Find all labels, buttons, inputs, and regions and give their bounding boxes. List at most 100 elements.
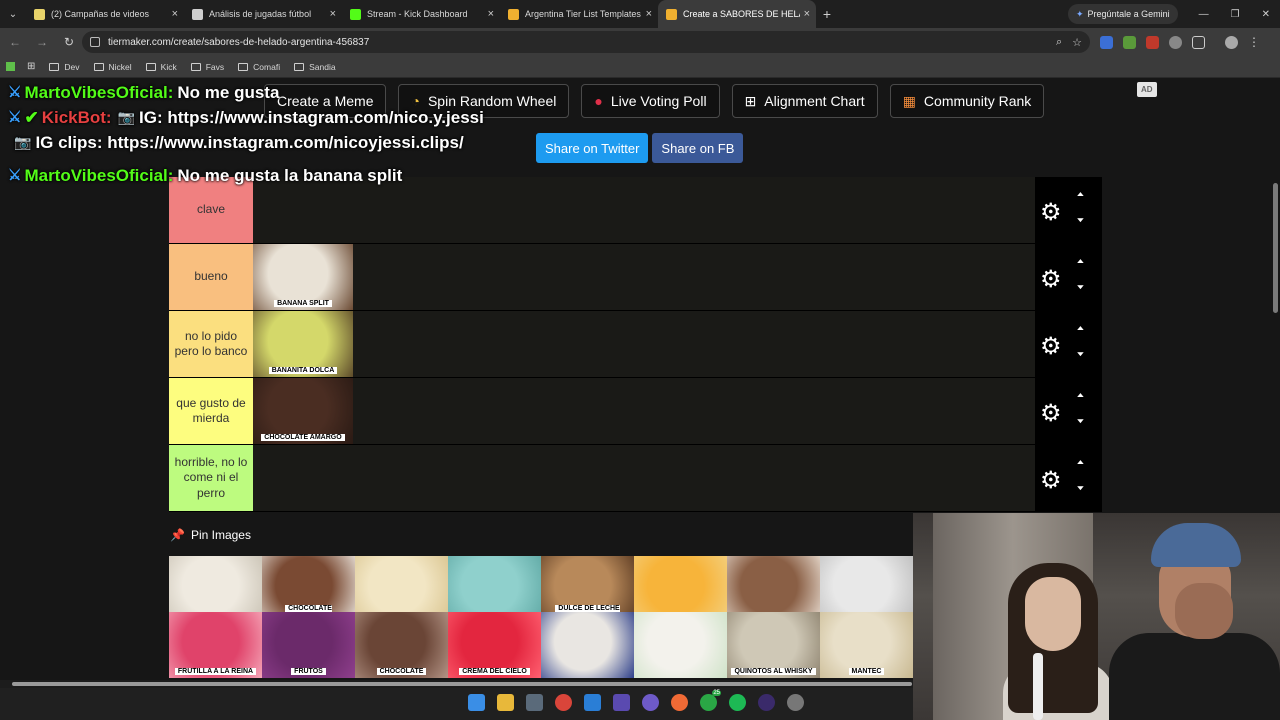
tab-favicon-icon	[350, 8, 361, 20]
site-info-icon[interactable]	[90, 37, 100, 47]
browser-tab[interactable]: Análisis de jugadas fútbol ×	[184, 0, 342, 28]
whatsapp-icon[interactable]: 25	[700, 690, 721, 711]
tab-close-icon[interactable]: ×	[172, 8, 178, 20]
store-icon[interactable]	[526, 694, 543, 711]
settings-extension-icon[interactable]	[1169, 35, 1182, 49]
chevron-down-icon[interactable]: ▼	[1075, 283, 1086, 290]
tier-label[interactable]: que gusto de mierda	[169, 378, 253, 444]
settings-icon[interactable]	[787, 694, 804, 711]
bookmark-folder[interactable]: Sandia	[294, 61, 336, 72]
community-grid-icon: ▦	[902, 92, 916, 109]
ice-cream-tile[interactable]: BANANITA DOLCA	[253, 311, 353, 377]
gear-icon[interactable]: ⚙	[1040, 265, 1062, 294]
chevron-up-icon[interactable]: ▲	[1075, 257, 1086, 264]
browser-tab[interactable]: Stream - Kick Dashboard ×	[342, 0, 500, 28]
chevron-down-icon[interactable]: ▼	[1075, 216, 1086, 223]
back-icon[interactable]: ←	[3, 35, 27, 49]
streamer-b-hand	[1175, 583, 1233, 639]
bookmark-folder[interactable]: Nickel	[93, 62, 132, 72]
tier-drop-zone[interactable]: CHOCOLATE AMARGO	[253, 378, 1035, 444]
ice-cream-tile[interactable]: QUINOTOS AL WHISKY	[727, 612, 820, 678]
chevron-down-icon[interactable]: ▼	[1075, 484, 1086, 491]
profile-avatar-icon[interactable]	[1225, 35, 1238, 49]
postman-icon[interactable]	[671, 694, 688, 711]
ice-cream-tile[interactable]: CHOCOLATE AMARGO	[253, 378, 353, 444]
new-tab-button[interactable]: +	[816, 6, 838, 22]
apps-icon[interactable]	[6, 62, 15, 71]
browser-tab[interactable]: Argentina Tier List Templates - ×	[500, 0, 658, 28]
obs-icon[interactable]	[758, 694, 775, 711]
forward-icon[interactable]: →	[30, 35, 54, 49]
tab-close-icon[interactable]: ×	[646, 8, 652, 20]
record-extension-icon[interactable]	[1146, 35, 1159, 49]
tab-close-icon[interactable]: ×	[330, 8, 336, 20]
ice-cream-tile[interactable]: BANANA SPLIT	[253, 244, 353, 310]
tab-close-icon[interactable]: ×	[488, 8, 494, 20]
browser-tab[interactable]: Create a SABORES DE HELADO ×	[658, 0, 816, 28]
chevron-down-icon[interactable]: ▼	[1075, 417, 1086, 424]
ice-cream-tile[interactable]: FRUTOS	[262, 612, 355, 678]
folder-icon	[294, 62, 305, 71]
chevron-down-icon[interactable]: ▼	[1075, 350, 1086, 357]
vertical-scrollbar[interactable]	[1273, 183, 1278, 313]
browser-tab[interactable]: (2) Campañas de videos ×	[26, 0, 184, 28]
github-icon[interactable]	[642, 694, 659, 711]
top-button-live-voting-poll[interactable]: ● Live Voting Poll	[581, 84, 720, 118]
gemini-button[interactable]: ✦ Pregúntale a Gemini	[1068, 4, 1178, 24]
pin-images-toggle[interactable]: 📌 Pin Images	[170, 528, 251, 542]
gear-icon[interactable]: ⚙	[1040, 399, 1062, 428]
tier-label[interactable]: bueno	[169, 244, 253, 310]
gear-icon[interactable]: ⚙	[1040, 466, 1062, 495]
tier-label[interactable]: no lo pido pero lo banco	[169, 311, 253, 377]
ice-cream-tile[interactable]	[541, 612, 634, 678]
sheets-extension-icon[interactable]	[1123, 35, 1136, 49]
tab-search-button[interactable]: ⌄	[0, 0, 26, 28]
ice-cream-tile[interactable]: CREMA DEL CIELO	[448, 612, 541, 678]
zoom-icon[interactable]: ⌕	[1056, 36, 1062, 49]
app-grid-icon[interactable]: ⊞	[27, 61, 35, 72]
bookmark-label: Sandia	[309, 61, 336, 72]
ice-cream-tile[interactable]: FRUTILLA A LA REINA	[169, 612, 262, 678]
scroll-thumb[interactable]	[12, 682, 912, 686]
share-fb-button[interactable]: Share on FB	[652, 133, 744, 163]
tier-row: que gusto de mierda CHOCOLATE AMARGO ⚙ ▲ ▼	[169, 378, 1102, 445]
chevron-up-icon[interactable]: ▲	[1075, 391, 1086, 398]
close-window-button[interactable]: ✕	[1262, 9, 1270, 20]
tier-drop-zone[interactable]: BANANA SPLIT	[253, 244, 1035, 310]
bookmark-star-icon[interactable]: ☆	[1072, 36, 1082, 49]
tile-caption-text: MANTEC	[848, 668, 885, 675]
chevron-up-icon[interactable]: ▲	[1075, 190, 1086, 197]
tier-drop-zone[interactable]	[253, 445, 1035, 511]
bookmark-folder[interactable]: Favs	[190, 62, 224, 72]
reload-icon[interactable]: ↻	[57, 35, 81, 49]
tab-close-icon[interactable]: ×	[804, 8, 810, 20]
restore-button[interactable]: ❐	[1231, 9, 1240, 20]
share-twitter-button[interactable]: Share on Twitter	[536, 133, 649, 163]
top-button-community-rank[interactable]: ▦ Community Rank	[889, 84, 1045, 118]
minimize-button[interactable]: —	[1199, 9, 1209, 20]
bookmark-folder[interactable]: Comafi	[238, 62, 280, 72]
top-button-alignment-chart[interactable]: ⊞ Alignment Chart	[731, 84, 878, 118]
tab-favicon-icon	[192, 8, 203, 20]
ice-cream-tile[interactable]: CHOCOLATE	[355, 612, 448, 678]
chrome-icon[interactable]	[555, 694, 572, 711]
translate-extension-icon[interactable]	[1100, 35, 1113, 49]
bookmark-folder[interactable]: Dev	[49, 62, 80, 72]
spotify-icon[interactable]	[729, 694, 746, 711]
address-bar[interactable]: tiermaker.com/create/sabores-de-helado-a…	[82, 31, 1090, 53]
tier-drop-zone[interactable]: BANANITA DOLCA	[253, 311, 1035, 377]
gear-icon[interactable]: ⚙	[1040, 332, 1062, 361]
gear-icon[interactable]: ⚙	[1040, 198, 1062, 227]
extensions-puzzle-icon[interactable]	[1192, 35, 1205, 49]
vscode-icon[interactable]	[584, 694, 601, 711]
chevron-up-icon[interactable]: ▲	[1075, 458, 1086, 465]
ice-cream-tile[interactable]: MANTEC	[820, 612, 913, 678]
bookmark-folder[interactable]: Kick	[145, 62, 177, 72]
visual-studio-icon[interactable]	[613, 694, 630, 711]
chevron-up-icon[interactable]: ▲	[1075, 324, 1086, 331]
ice-cream-tile[interactable]	[634, 612, 727, 678]
tier-label[interactable]: horrible, no lo come ni el perro	[169, 445, 253, 511]
browser-menu-icon[interactable]: ⋮	[1248, 35, 1260, 49]
file-explorer-icon[interactable]	[497, 694, 514, 711]
start-icon[interactable]	[468, 694, 485, 711]
